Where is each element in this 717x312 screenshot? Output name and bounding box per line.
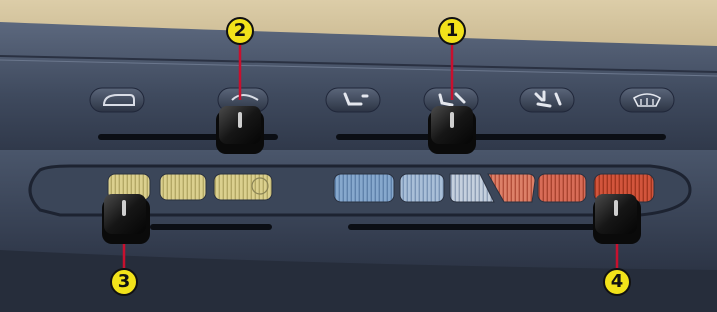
- air-distribution-slider-track: [336, 134, 666, 140]
- fan-speed-slider-knob[interactable]: [102, 194, 150, 244]
- temperature-slider-knob[interactable]: [593, 194, 641, 244]
- fresh-air-slider-knob[interactable]: [216, 106, 264, 154]
- climate-control-panel: 1 2 3 4: [0, 0, 717, 312]
- fan-stage-max: [213, 173, 273, 201]
- callout-4: 4: [603, 268, 631, 296]
- temperature-slider-track: [348, 224, 598, 230]
- temp-cold-2: [399, 173, 445, 203]
- temp-warm-2: [537, 173, 587, 203]
- callout-3: 3: [110, 268, 138, 296]
- callout-2: 2: [226, 17, 254, 45]
- fan-stage-2: [159, 173, 207, 201]
- callout-1: 1: [438, 17, 466, 45]
- mode-button-feet-defrost[interactable]: [519, 87, 575, 113]
- panel-illustration: [0, 0, 717, 312]
- mode-button-windshield-defrost[interactable]: [619, 87, 675, 113]
- mode-button-face[interactable]: [325, 87, 381, 113]
- air-distribution-slider-knob[interactable]: [428, 106, 476, 154]
- temp-cold-3: [333, 173, 395, 203]
- mode-button-recirculation[interactable]: [89, 87, 145, 113]
- fan-slider-track: [150, 224, 272, 230]
